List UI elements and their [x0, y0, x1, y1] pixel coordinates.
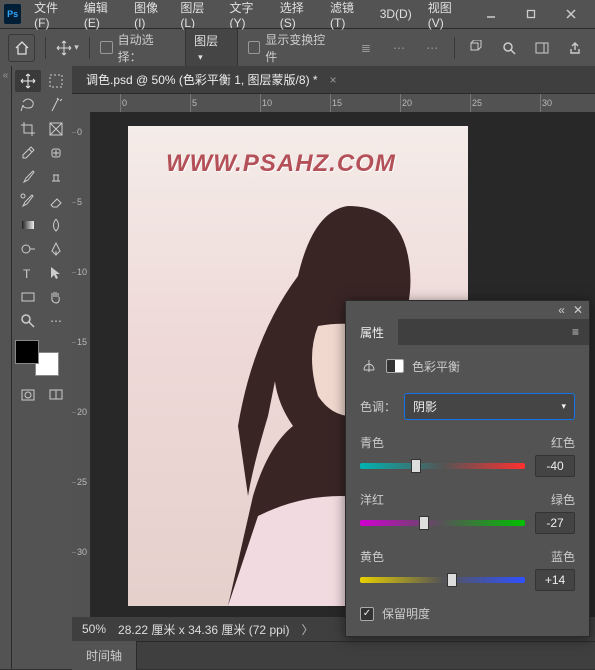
auto-select-checkbox[interactable]: 自动选择： — [100, 31, 175, 65]
type-tool[interactable]: T — [15, 262, 41, 284]
magic-wand-tool[interactable] — [43, 94, 69, 116]
slider-track[interactable] — [360, 520, 525, 526]
menu-filter[interactable]: 滤镜(T) — [323, 0, 371, 34]
share-icon[interactable] — [564, 36, 587, 60]
color-balance-icon — [360, 357, 378, 375]
auto-select-label: 自动选择： — [118, 31, 176, 65]
rectangle-tool[interactable] — [15, 286, 41, 308]
menu-file[interactable]: 文件(F) — [27, 0, 75, 34]
slider-thumb[interactable] — [419, 516, 429, 530]
app-logo: Ps — [4, 4, 21, 24]
panel-close-icon[interactable]: ✕ — [573, 303, 583, 317]
edit-toolbar[interactable]: ⋯ — [43, 310, 69, 332]
slider-thumb[interactable] — [411, 459, 421, 473]
document-dimensions: 28.22 厘米 x 34.36 厘米 (72 ppi) — [118, 621, 289, 638]
options-bar: ▾ 自动选择： 图层 ▾ 显示变换控件 ≣ ⋯ ⋯ — [0, 28, 595, 66]
window-close[interactable] — [551, 0, 591, 28]
menu-image[interactable]: 图像(I) — [127, 0, 171, 34]
auto-select-target[interactable]: 图层 ▾ — [185, 28, 238, 67]
show-transform-label: 显示变换控件 — [265, 31, 334, 65]
document-tab[interactable]: 调色.psd @ 50% (色彩平衡 1, 图层蒙版/8) * × — [72, 66, 595, 94]
window-maximize[interactable] — [511, 0, 551, 28]
ruler-horizontal: 051015202530 — [72, 94, 595, 112]
foreground-color[interactable] — [15, 340, 39, 364]
tone-label: 色调： — [360, 398, 396, 415]
screenmode-tool[interactable] — [43, 384, 69, 406]
slider-value[interactable]: -27 — [535, 512, 575, 534]
history-brush-tool[interactable] — [15, 190, 41, 212]
menu-3d[interactable]: 3D(D) — [373, 3, 419, 25]
preserve-luminosity-checkbox[interactable]: ✓ 保留明度 — [360, 605, 575, 622]
workspace-icon[interactable] — [531, 36, 554, 60]
hand-tool[interactable] — [43, 286, 69, 308]
panel-collapse[interactable]: « — [0, 66, 12, 669]
blur-tool[interactable] — [43, 214, 69, 236]
tab-close-icon[interactable]: × — [330, 73, 337, 87]
slider-track[interactable] — [360, 463, 525, 469]
search-icon[interactable] — [498, 36, 521, 60]
window-minimize[interactable] — [471, 0, 511, 28]
healing-tool[interactable] — [43, 142, 69, 164]
properties-panel: « ✕ 属性 ≡ 色彩平衡 色调： 阴影 ▾ 青色红色 -40 洋红绿色 -27… — [345, 300, 590, 637]
move-icon[interactable]: ▾ — [56, 36, 79, 60]
frame-tool[interactable] — [43, 118, 69, 140]
chevron-down-icon: ▾ — [561, 401, 566, 412]
home-button[interactable] — [8, 34, 35, 62]
path-select-tool[interactable] — [43, 262, 69, 284]
status-arrow-icon[interactable]: 〉 — [301, 621, 313, 638]
slider-thumb[interactable] — [447, 573, 457, 587]
adjustment-name: 色彩平衡 — [412, 358, 460, 375]
menu-bar: Ps 文件(F) 编辑(E) 图像(I) 图层(L) 文字(Y) 选择(S) 滤… — [0, 0, 595, 28]
more-icon[interactable]: ⋯ — [421, 36, 444, 60]
color-swatches[interactable] — [15, 340, 59, 376]
timeline-panel: 时间轴 — [72, 641, 595, 669]
marquee-tool[interactable] — [43, 70, 69, 92]
distribute-icon[interactable]: ⋯ — [387, 36, 410, 60]
menu-edit[interactable]: 编辑(E) — [77, 0, 125, 34]
watermark-text: WWW.PSAHZ.COM — [166, 150, 396, 178]
zoom-level[interactable]: 50% — [82, 622, 106, 636]
timeline-tab[interactable]: 时间轴 — [72, 641, 137, 670]
preserve-luminosity-label: 保留明度 — [382, 605, 430, 622]
gradient-tool[interactable] — [15, 214, 41, 236]
document-title: 调色.psd @ 50% (色彩平衡 1, 图层蒙版/8) * — [86, 71, 318, 88]
dodge-tool[interactable] — [15, 238, 41, 260]
move-tool[interactable] — [15, 70, 41, 92]
properties-tab[interactable]: 属性 — [346, 318, 398, 347]
zoom-tool[interactable] — [15, 310, 41, 332]
slider-value[interactable]: +14 — [535, 569, 575, 591]
tools-panel: T ⋯ — [12, 66, 72, 669]
3d-mode-icon[interactable] — [465, 36, 488, 60]
slider-value[interactable]: -40 — [535, 455, 575, 477]
pen-tool[interactable] — [43, 238, 69, 260]
color-balance-slider-2: 黄色蓝色 +14 — [360, 548, 575, 591]
layer-mask-icon[interactable] — [386, 359, 404, 373]
clone-stamp-tool[interactable] — [43, 166, 69, 188]
lasso-tool[interactable] — [15, 94, 41, 116]
panel-menu-icon[interactable]: ≡ — [562, 325, 589, 339]
ruler-vertical: 051015202530 — [72, 112, 90, 617]
align-icon[interactable]: ≣ — [354, 36, 377, 60]
eraser-tool[interactable] — [43, 190, 69, 212]
quickmask-tool[interactable] — [15, 384, 41, 406]
menu-select[interactable]: 选择(S) — [273, 0, 321, 34]
menu-view[interactable]: 视图(V) — [421, 0, 469, 34]
eyedropper-tool[interactable] — [15, 142, 41, 164]
svg-text:T: T — [23, 267, 31, 281]
color-balance-slider-0: 青色红色 -40 — [360, 434, 575, 477]
show-transform-checkbox[interactable]: 显示变换控件 — [248, 31, 335, 65]
color-balance-slider-1: 洋红绿色 -27 — [360, 491, 575, 534]
slider-track[interactable] — [360, 577, 525, 583]
brush-tool[interactable] — [15, 166, 41, 188]
tone-select[interactable]: 阴影 ▾ — [404, 393, 575, 420]
panel-collapse-icon[interactable]: « — [558, 303, 565, 317]
crop-tool[interactable] — [15, 118, 41, 140]
